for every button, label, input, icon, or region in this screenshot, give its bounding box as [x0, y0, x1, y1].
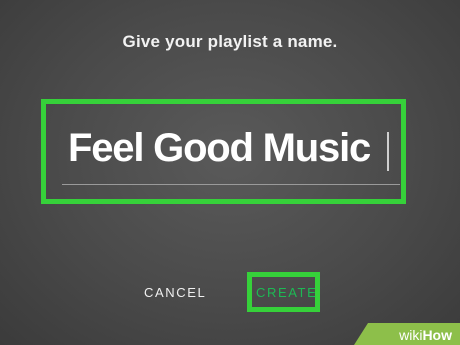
watermark-text: wikiHow: [399, 327, 452, 343]
watermark-how: How: [422, 327, 452, 343]
playlist-name-input[interactable]: Feel Good Music: [62, 116, 400, 186]
wikihow-watermark: wikiHow: [368, 323, 460, 345]
create-playlist-screen: Give your playlist a name. Feel Good Mus…: [0, 0, 460, 345]
cancel-button[interactable]: CANCEL: [144, 285, 206, 300]
create-button[interactable]: CREATE: [256, 285, 317, 300]
text-cursor: [387, 132, 389, 171]
watermark-wiki: wiki: [399, 327, 423, 343]
playlist-name-value[interactable]: Feel Good Music: [68, 126, 371, 171]
dialog-prompt: Give your playlist a name.: [122, 32, 338, 51]
input-underline: [62, 184, 400, 185]
watermark-tab: [354, 323, 368, 345]
